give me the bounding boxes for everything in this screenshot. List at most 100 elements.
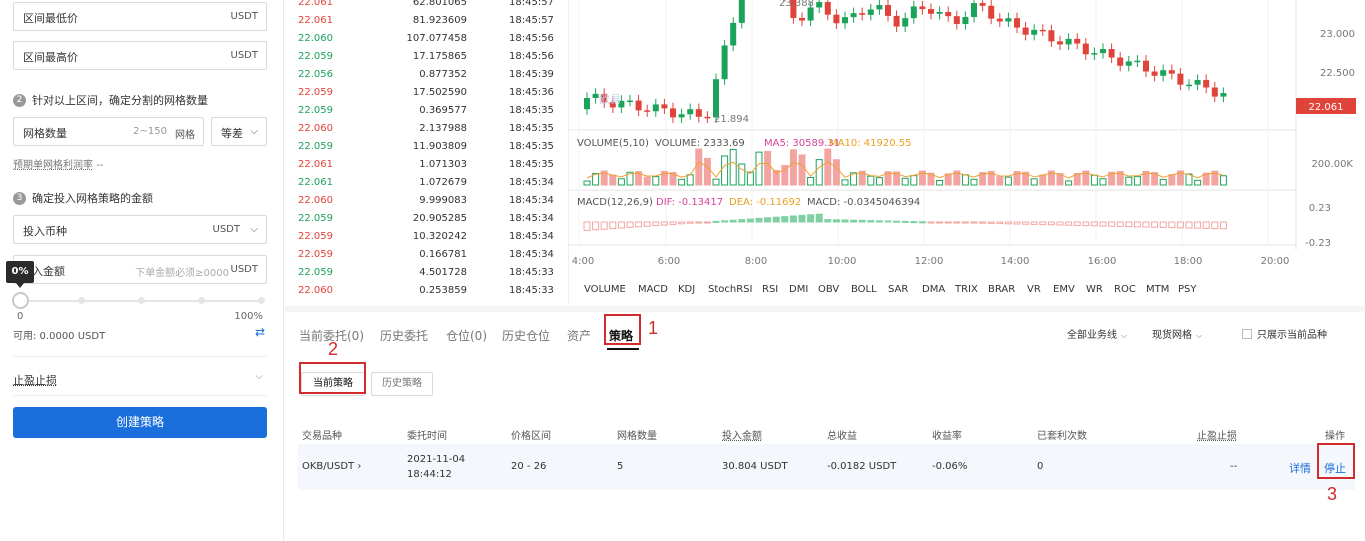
volume-bar [1168, 174, 1176, 186]
kline-chart[interactable]: 23.388 21.894 欧易 23.000 22.500 22.061 VOLUME(5… [568, 0, 1365, 305]
macd-bar [755, 217, 763, 223]
indicator-tab-emv[interactable]: EMV [1053, 284, 1075, 295]
macd-bar [944, 221, 952, 224]
low-price-marker: 21.894 [714, 114, 749, 125]
invest-slider-track[interactable] [20, 297, 265, 304]
indicator-tab-brar[interactable]: BRAR [988, 284, 1015, 295]
macd-bar [600, 221, 608, 230]
detail-link[interactable]: 详情 [1289, 460, 1311, 476]
candle-body [1203, 79, 1210, 88]
indicator-tab-wr[interactable]: WR [1086, 284, 1103, 295]
macd-bar [996, 221, 1004, 225]
available-balance: 可用: 0.0000 USDT [13, 331, 106, 342]
chevron-down-icon[interactable]: ⌵ [255, 371, 263, 382]
indicator-tab-roc[interactable]: ROC [1114, 284, 1136, 295]
trade-row: 22.061 81.923609 18:45:57 [285, 12, 568, 30]
macd-bar [1133, 221, 1141, 228]
pair-link[interactable]: OKB/USDT › [302, 461, 361, 472]
tab-1[interactable]: 历史委托 [380, 327, 428, 344]
volume-bar [841, 179, 849, 186]
macd-bar [789, 215, 797, 223]
invest-slider-handle[interactable] [12, 292, 29, 309]
trade-time: 18:45:35 [509, 123, 554, 134]
business-filter[interactable]: 全部业务线 ⌵ [1067, 326, 1127, 341]
volume-bar [1125, 176, 1133, 186]
indicator-tab-trix[interactable]: TRIX [955, 284, 978, 295]
trade-row: 22.059 17.175865 18:45:56 [285, 48, 568, 66]
volume-bar [832, 159, 840, 186]
y-axis-label: 22.500 [1320, 68, 1355, 79]
history-strategy-button[interactable]: 历史策略 [371, 372, 433, 396]
dif-value: DIF: -0.13417 [656, 197, 723, 208]
price-high-input[interactable]: 区间最高价 USDT [13, 41, 267, 70]
indicator-tab-vr[interactable]: VR [1027, 284, 1041, 295]
indicator-tab-rsi[interactable]: RSI [762, 284, 778, 295]
transfer-icon[interactable]: ⇄ [255, 325, 265, 339]
x-axis-label: 20:00 [1261, 256, 1290, 267]
candle-body [592, 93, 599, 98]
profit-hint-value: -- [96, 160, 104, 171]
only-current-checkbox[interactable]: 只展示当前品种 [1242, 326, 1327, 341]
tab-4[interactable]: 资产 [567, 327, 591, 344]
invest-amount-input[interactable]: 入金额 下单金额必须≥0000 USDT [13, 255, 267, 284]
trade-price: 22.059 [298, 141, 333, 152]
volume-bar [1099, 178, 1107, 186]
tab-3[interactable]: 历史仓位 [502, 327, 550, 344]
macd-bar [1065, 221, 1073, 226]
trade-time: 18:45:34 [509, 213, 554, 224]
stop-loss-toggle-label[interactable]: 止盈止损 [13, 372, 57, 388]
volume-bar [961, 174, 969, 186]
candle-body [1125, 61, 1132, 66]
macd-bar [850, 219, 858, 223]
trade-amount: 1.072679 [419, 177, 467, 188]
trade-amount: 17.175865 [412, 51, 467, 62]
macd-bar [953, 221, 961, 224]
trade-row: 22.060 0.253859 18:45:33 [285, 282, 568, 300]
price-low-input[interactable]: 区间最低价 USDT [13, 2, 267, 31]
macd-bar [652, 221, 660, 227]
annotation-box-2 [299, 362, 366, 394]
create-strategy-button[interactable]: 创建策略 [13, 407, 267, 438]
macd-bar [824, 219, 832, 223]
candle-body [1039, 29, 1046, 32]
invest-currency-select[interactable]: 投入币种 USDT ⌵ [13, 215, 267, 244]
grid-mode-select[interactable]: 等差 ⌵ [211, 117, 267, 146]
volume-bar [875, 177, 883, 186]
trade-price: 22.059 [298, 87, 333, 98]
indicator-tab-dma[interactable]: DMA [922, 284, 945, 295]
indicator-tab-dmi[interactable]: DMI [789, 284, 808, 295]
checkbox-box[interactable] [1242, 328, 1252, 339]
indicator-tab-stochrsi[interactable]: StochRSI [708, 284, 752, 295]
volume-bar [764, 150, 772, 186]
macd-bar [1211, 221, 1219, 230]
tab-2[interactable]: 仓位(0) [446, 327, 487, 344]
divider [13, 395, 267, 396]
volume-bar [867, 175, 875, 186]
macd-bar [746, 218, 754, 223]
column-header-1: 委托时间 [407, 431, 447, 442]
indicator-tab-macd[interactable]: MACD [638, 284, 668, 295]
volume-bar [703, 157, 711, 186]
candle-body [893, 15, 900, 27]
indicator-tab-obv[interactable]: OBV [818, 284, 839, 295]
indicator-tab-boll[interactable]: BOLL [851, 284, 877, 295]
indicator-tab-mtm[interactable]: MTM [1146, 284, 1169, 295]
candle-body [850, 13, 857, 18]
volume-bar [1065, 180, 1073, 186]
indicator-tab-kdj[interactable]: KDJ [678, 284, 695, 295]
indicator-tab-psy[interactable]: PSY [1178, 284, 1197, 295]
macd-bar [961, 221, 969, 224]
type-filter[interactable]: 现货网格 ⌵ [1152, 326, 1202, 341]
candle-body [721, 45, 728, 80]
grid-count-label: 网格数量 [23, 127, 67, 140]
trade-amount: 11.903809 [412, 141, 467, 152]
volume-bar [643, 176, 651, 186]
grid-count-input[interactable]: 网格数量 2~150 网格 [13, 117, 204, 146]
grid-count-unit: 网格 [175, 130, 195, 141]
indicator-tab-sar[interactable]: SAR [888, 284, 908, 295]
volume-bar [807, 176, 815, 186]
macd-bar [703, 221, 711, 224]
macd-bar [738, 219, 746, 223]
annotation-number-2: 2 [328, 339, 339, 359]
indicator-tab-volume[interactable]: VOLUME [584, 284, 626, 295]
